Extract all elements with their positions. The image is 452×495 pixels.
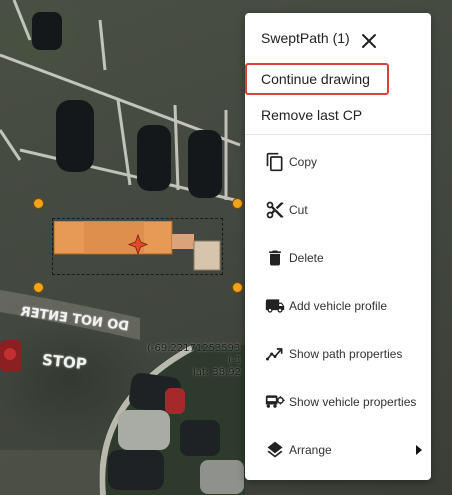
- resize-handle-bottom-left[interactable]: [33, 282, 44, 293]
- pavement-stop-text: STOP: [41, 350, 88, 374]
- resize-handle-top-right[interactable]: [232, 198, 243, 209]
- menu-divider: [245, 134, 431, 135]
- delete-label: Delete: [289, 251, 324, 265]
- path-trend-icon: [266, 348, 283, 361]
- arrange-label: Arrange: [289, 443, 332, 457]
- remove-last-cp-label: Remove last CP: [261, 107, 363, 123]
- cut-label: Cut: [289, 203, 308, 217]
- cut-item[interactable]: Cut: [245, 186, 431, 234]
- copy-label: Copy: [289, 155, 318, 169]
- delete-item[interactable]: Delete: [245, 234, 431, 282]
- add-vehicle-profile-item[interactable]: Add vehicle profile: [245, 282, 431, 330]
- remove-last-cp-item[interactable]: Remove last CP: [245, 99, 431, 131]
- arrange-item[interactable]: Arrange: [245, 426, 431, 474]
- highlight-annotation: [245, 63, 389, 95]
- close-button[interactable]: [357, 29, 381, 53]
- copy-icon: [266, 152, 283, 172]
- resize-handle-bottom-right[interactable]: [232, 282, 243, 293]
- coordinate-readout-line2: (-1: [228, 355, 242, 366]
- truck-icon: [265, 299, 285, 313]
- vehicle-settings-icon: [265, 395, 285, 408]
- submenu-arrow-icon: [416, 445, 422, 455]
- trash-icon: [269, 250, 281, 266]
- layers-icon: [267, 441, 283, 458]
- vehicle-swept-path[interactable]: [54, 221, 222, 272]
- show-path-properties-label: Show path properties: [289, 347, 403, 361]
- show-path-properties-item[interactable]: Show path properties: [245, 330, 431, 378]
- resize-handle-top-left[interactable]: [33, 198, 44, 209]
- menu-header: SweptPath (1): [245, 13, 431, 63]
- context-menu: SweptPath (1) Continue drawing Remove la…: [245, 13, 431, 480]
- copy-item[interactable]: Copy: [245, 138, 431, 186]
- menu-title: SweptPath (1): [261, 30, 350, 46]
- add-vehicle-profile-label: Add vehicle profile: [289, 299, 388, 313]
- show-vehicle-properties-item[interactable]: Show vehicle properties: [245, 378, 431, 426]
- coordinate-readout-line1: (-69.22171253593: [147, 343, 241, 354]
- scissors-icon: [266, 201, 284, 219]
- show-vehicle-properties-label: Show vehicle properties: [289, 395, 417, 409]
- close-icon: [362, 34, 376, 48]
- coordinate-readout-line3: lat: 38.92: [193, 367, 242, 378]
